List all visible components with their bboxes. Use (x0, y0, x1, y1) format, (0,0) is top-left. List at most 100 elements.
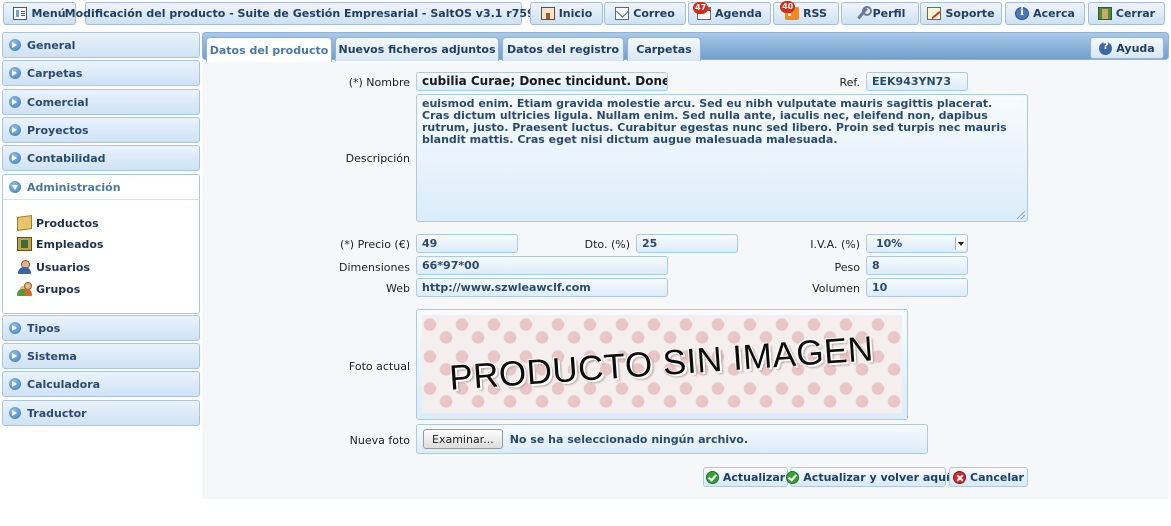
nombre-label: (*) Nombre (348, 76, 410, 89)
sidebar-section-contabilidad[interactable]: Contabilidad (2, 145, 200, 171)
tab-datos-producto[interactable]: Datos del producto (206, 37, 332, 62)
support-button-label: Soporte (945, 7, 995, 20)
home-icon (540, 7, 555, 20)
sidebar-item-productos[interactable]: Productos (17, 214, 99, 232)
home-button-label: Inicio (558, 7, 593, 20)
menu-icon (13, 7, 28, 20)
page-title: Modificación del producto - Suite de Ges… (65, 2, 542, 25)
arrow-right-icon (9, 124, 21, 136)
sidebar-section-proyectos[interactable]: Proyectos (2, 117, 200, 143)
sidebar-item-label: Empleados (36, 237, 104, 251)
arrow-right-icon (9, 39, 21, 51)
iva-select-value: 10% (876, 237, 903, 250)
volumen-field[interactable]: 10 (866, 278, 968, 297)
check-icon (705, 470, 719, 484)
sidebar-item-usuarios[interactable]: Usuarios (17, 260, 90, 274)
logout-button-label: Cerrar (1115, 7, 1156, 20)
sidebar-section-tipos[interactable]: Tipos (2, 315, 200, 341)
tab-datos-registro[interactable]: Datos del registro (502, 37, 624, 61)
tab-label: Carpetas (636, 43, 692, 56)
descripcion-text: euismod enim. Etiam gravida molestie arc… (422, 97, 1007, 146)
page-title-text: Modificación del producto - Suite de Ges… (64, 7, 543, 20)
calendar-button[interactable]: 47 Agenda (688, 2, 771, 25)
precio-field[interactable]: 49 (416, 234, 518, 253)
menu-button-label: Menú (31, 7, 66, 20)
mail-button[interactable]: Correo (604, 2, 686, 25)
logout-button[interactable]: Cerrar (1088, 2, 1165, 25)
iva-label: I.V.A. (%) (810, 238, 860, 251)
help-button[interactable]: Ayuda (1090, 37, 1164, 59)
sidebar-section-label: Calculadora (27, 377, 101, 391)
dimensiones-label: Dimensiones (339, 261, 410, 274)
volumen-label: Volumen (812, 282, 860, 295)
nueva-foto-field: Examinar... No se ha seleccionado ningún… (416, 424, 928, 454)
update-button[interactable]: Actualizar (703, 467, 788, 487)
rss-badge: 40 (780, 1, 796, 13)
top-toolbar: Menú Modificación del producto - Suite d… (0, 0, 1171, 28)
sidebar-section-label: Comercial (27, 95, 89, 109)
sidebar-section-calculadora[interactable]: Calculadora (2, 371, 200, 397)
rss-button-label: RSS (803, 7, 827, 20)
rss-button[interactable]: 40 RSS (773, 1, 839, 25)
update-return-button[interactable]: Actualizar y volver aquí (786, 467, 950, 487)
sidebar-section-label: Proyectos (27, 123, 89, 137)
update-return-button-label: Actualizar y volver aquí (803, 470, 950, 484)
profile-button[interactable]: Perfil (841, 2, 919, 25)
about-button[interactable]: Acerca (1005, 2, 1085, 25)
arrow-right-icon (9, 350, 21, 362)
browse-button[interactable]: Examinar... (423, 429, 503, 449)
descripcion-textarea[interactable]: euismod enim. Etiam gravida molestie arc… (416, 94, 1028, 222)
arrow-down-icon (9, 181, 21, 193)
calendar-badge: 47 (693, 2, 709, 14)
cancel-button[interactable]: Cancelar (949, 467, 1028, 487)
mail-icon (615, 7, 630, 20)
descripcion-label: Descripción (345, 152, 410, 165)
dimensiones-field[interactable]: 66*97*00 (416, 256, 668, 275)
sidebar-section-traductor[interactable]: Traductor (2, 400, 200, 426)
help-button-label: Ayuda (1116, 41, 1155, 55)
sidebar-section-comercial[interactable]: Comercial (2, 89, 200, 115)
support-icon (927, 7, 942, 20)
nombre-field[interactable]: cubilia Curae; Donec tincidunt. Donec vi… (416, 72, 668, 91)
nueva-foto-label: Nueva foto (349, 434, 410, 447)
sidebar-section-label: General (27, 38, 76, 52)
web-field[interactable]: http://www.szwleawclf.com (416, 278, 668, 297)
sidebar-item-empleados[interactable]: Empleados (17, 237, 103, 251)
ref-label: Ref. (839, 76, 861, 89)
sidebar-section-sistema[interactable]: Sistema (2, 343, 200, 369)
calendar-icon: 47 (693, 2, 711, 20)
dto-label: Dto. (%) (584, 238, 630, 251)
sidebar-section-carpetas[interactable]: Carpetas (2, 60, 200, 86)
cancel-button-label: Cancelar (970, 470, 1024, 484)
precio-label: (*) Precio (€) (340, 238, 410, 251)
tab-nuevos-ficheros[interactable]: Nuevos ficheros adjuntos (335, 37, 499, 61)
dropdown-arrow-icon[interactable] (955, 237, 965, 250)
support-button[interactable]: Soporte (920, 2, 1002, 25)
arrow-right-icon (9, 67, 21, 79)
sidebar-item-grupos[interactable]: Grupos (17, 282, 80, 296)
cancel-icon (953, 470, 967, 484)
resize-grip-icon[interactable] (1017, 211, 1025, 219)
check-icon (786, 470, 800, 484)
arrow-right-icon (9, 152, 21, 164)
wrench-icon (855, 6, 872, 20)
web-label: Web (386, 282, 410, 295)
sidebar-section-general[interactable]: General (2, 32, 200, 58)
arrow-right-icon (9, 378, 21, 390)
mail-button-label: Correo (633, 7, 675, 20)
sidebar-section-label: Administración (27, 180, 121, 194)
user-icon (17, 260, 32, 274)
tab-carpetas[interactable]: Carpetas (627, 37, 701, 61)
home-button[interactable]: Inicio (530, 2, 603, 25)
sidebar-section-administracion[interactable]: Administración (2, 174, 200, 200)
tab-label: Nuevos ficheros adjuntos (338, 43, 496, 56)
dto-field[interactable]: 25 (636, 234, 738, 253)
ref-field[interactable]: EEK943YN73 (866, 72, 968, 91)
arrow-right-icon (9, 322, 21, 334)
rss-icon: 40 (780, 1, 800, 20)
no-image-text: PRODUCTO SIN IMAGEN (448, 329, 876, 398)
sidebar-section-label: Sistema (27, 349, 77, 363)
iva-select[interactable]: 10% (866, 234, 968, 253)
sidebar-item-label: Grupos (36, 282, 81, 296)
peso-field[interactable]: 8 (866, 256, 968, 275)
